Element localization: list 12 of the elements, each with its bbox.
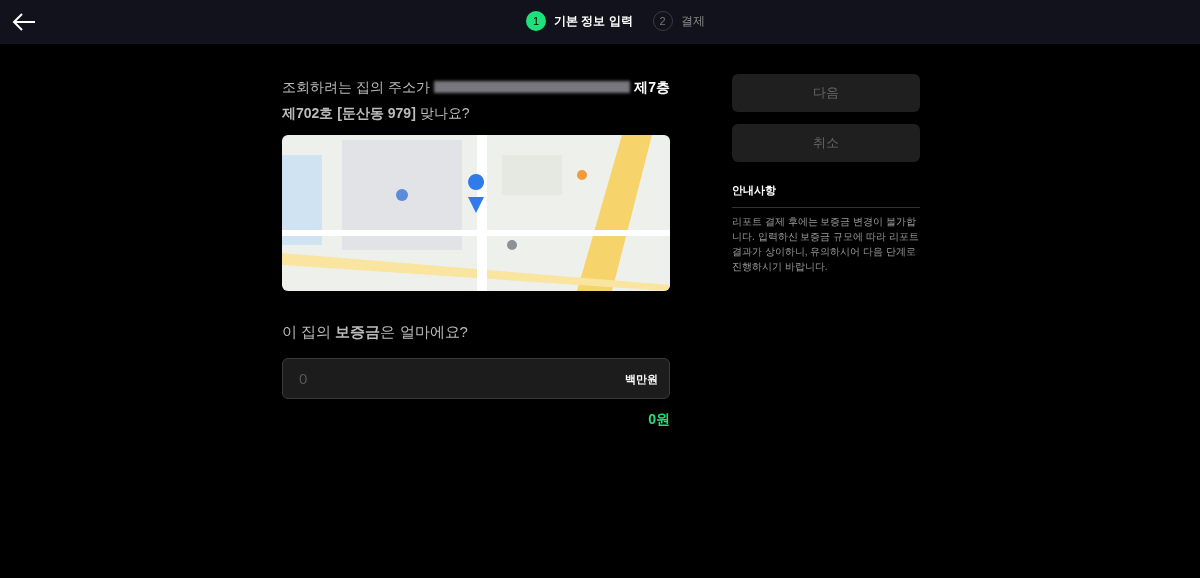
unit-label: 백만원 — [625, 371, 658, 387]
back-arrow-icon — [12, 12, 36, 32]
notice-title: 안내사항 — [732, 182, 920, 208]
deposit-amount: 0원 — [648, 409, 670, 429]
address-question-text: 조회하려는 집의 주소가 — [282, 78, 430, 97]
address-confirm-text: 제702호 [둔산동 979] 맞나요? — [282, 105, 470, 121]
back-button[interactable] — [12, 12, 36, 32]
step-tab[interactable]: 1 기본 정보 입력 — [526, 11, 633, 31]
deposit-question: 이 집의 보증금은 얼마에요? — [282, 322, 469, 342]
address-floor-text: 제7층 — [634, 78, 670, 97]
step-tab[interactable]: 2 결제 — [652, 11, 705, 31]
notice-text: 리포트 결제 후에는 보증금 변경이 불가합니다. 입력하신 보증금 규모에 따라 리포트 결과가 상이하니, 유의하시어 다음 단계로 진행하시기 바랍니다. — [732, 214, 920, 274]
